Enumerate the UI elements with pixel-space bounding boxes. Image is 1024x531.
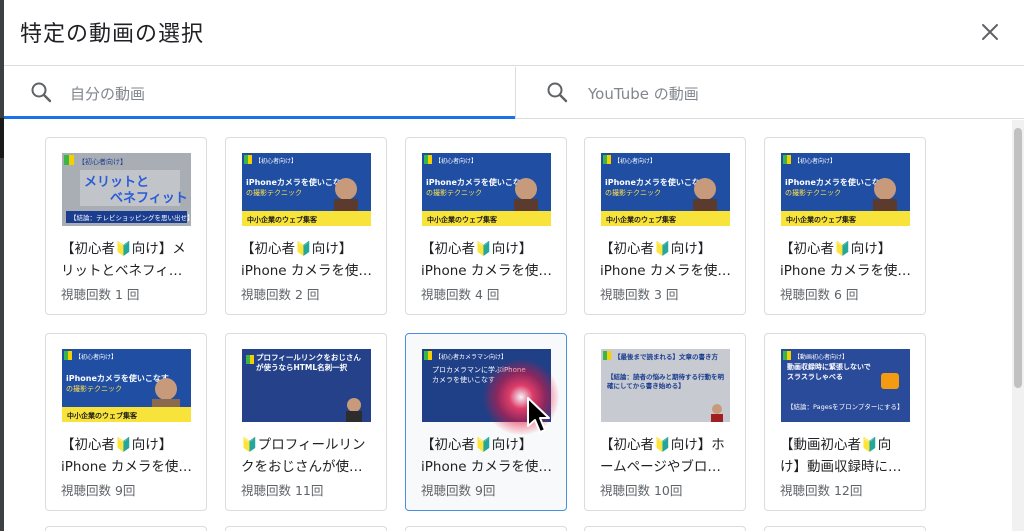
video-title: 🔰プロフィールリン: [241, 437, 366, 453]
video-title-line2: iPhone カメラを使…: [600, 263, 731, 279]
svg-text:の撮影テクニック: の撮影テクニック: [426, 188, 482, 197]
search-icon: [547, 82, 568, 103]
view-count: 視聴回数 10回: [600, 483, 683, 498]
video-title-line2: iPhone カメラを使…: [421, 263, 552, 279]
search-tabs: 自分の動画 YouTube の動画: [4, 67, 1024, 119]
video-grid: 【初心者向け】 メリットと ベネフィット 【結論：テレビショッピングを思い出せ】…: [4, 120, 1012, 531]
search-icon: [31, 82, 52, 103]
svg-text:iPhoneカメラを使いこなす: iPhoneカメラを使いこなす: [785, 177, 888, 187]
video-card-partial[interactable]: [584, 526, 746, 531]
my-videos-search-input[interactable]: 自分の動画: [70, 83, 145, 104]
thumb-sub: 【結論：テレビショッピングを思い出せ】: [70, 213, 191, 222]
svg-text:【初心者向け】: 【初心者向け】: [614, 157, 656, 165]
svg-text:の撮影テクニック: の撮影テクニック: [785, 188, 841, 197]
svg-text:中小企業のウェブ集客: 中小企業のウェブ集客: [606, 215, 677, 224]
close-icon: [982, 24, 998, 40]
video-thumbnail: 【初心者向け】 iPhoneカメラを使いこなす の撮影テクニック 中小企業のウェ…: [242, 153, 371, 226]
video-title-line2: iPhone カメラを使…: [61, 459, 192, 475]
view-count: 視聴回数 2 回: [241, 287, 320, 302]
svg-text:【初心者向け】: 【初心者向け】: [255, 157, 297, 165]
svg-text:中小企業のウェブ集客: 中小企業のウェブ集客: [247, 215, 318, 224]
video-title-line2: ームページやブロ…: [600, 459, 721, 475]
video-title: 【初心者🔰向け】: [600, 241, 712, 257]
tab-youtube-videos[interactable]: YouTube の動画: [515, 67, 1024, 119]
thumb-caption: 【初心者向け】: [78, 157, 127, 166]
tab-my-videos[interactable]: 自分の動画: [4, 67, 515, 119]
video-thumbnail: 【初心者向け】 メリットと ベネフィット 【結論：テレビショッピングを思い出せ】: [62, 153, 191, 226]
video-card[interactable]: 【初心者向け】 iPhoneカメラを使いこなす の撮影テクニック 中小企業のウェ…: [584, 137, 746, 315]
video-title-line2: リットとベネフィ…: [61, 263, 183, 279]
video-title-line2: クをおじさんが使…: [241, 459, 363, 475]
svg-text:の撮影テクニック: の撮影テクニック: [605, 188, 661, 197]
video-title-line2: け】動画収録時に…: [780, 459, 902, 475]
svg-text:iPhoneカメラを使いこなす: iPhoneカメラを使いこなす: [426, 177, 529, 187]
svg-text:【動画初心者向け】: 【動画初心者向け】: [794, 353, 848, 361]
video-card[interactable]: 【初心者向け】 iPhoneカメラを使いこなす の撮影テクニック 中小企業のウェ…: [45, 333, 207, 511]
dialog-header: 特定の動画の選択: [4, 0, 1024, 66]
svg-text:メリットと: メリットと: [84, 175, 149, 190]
mouse-cursor-icon: [527, 397, 550, 433]
close-button[interactable]: [974, 16, 1006, 48]
view-count: 視聴回数 6 回: [780, 287, 859, 302]
svg-text:iPhoneカメラを使いこなす: iPhoneカメラを使いこなす: [605, 177, 708, 187]
video-card[interactable]: 【初心者向け】 iPhoneカメラを使いこなす の撮影テクニック 中小企業のウェ…: [405, 137, 567, 315]
svg-text:中小企業のウェブ集客: 中小企業のウェブ集客: [67, 411, 138, 420]
video-title-line2: iPhone カメラを使…: [780, 263, 911, 279]
svg-text:の撮影テクニック: の撮影テクニック: [66, 384, 122, 393]
video-card[interactable]: 【最後まで読まれる】文章の書き方 【結論：読者の悩みと期待する行動を明確にしてか…: [584, 333, 746, 511]
youtube-search-input[interactable]: YouTube の動画: [588, 83, 699, 104]
video-thumbnail: 【最後まで読まれる】文章の書き方 【結論：読者の悩みと期待する行動を明確にしてか…: [601, 349, 730, 422]
video-card[interactable]: 【初心者向け】 メリットと ベネフィット 【結論：テレビショッピングを思い出せ】…: [45, 137, 207, 315]
svg-text:【初心者カメラマン向け】: 【初心者カメラマン向け】: [435, 353, 507, 361]
video-title-line2: iPhone カメラを使…: [421, 459, 552, 475]
svg-text:iPhoneカメラを使いこなす: iPhoneカメラを使いこなす: [66, 373, 169, 383]
svg-text:中小企業のウェブ集客: 中小企業のウェブ集客: [786, 215, 857, 224]
svg-text:ベネフィット: ベネフィット: [110, 191, 188, 206]
video-card[interactable]: 【初心者向け】 iPhoneカメラを使いこなす の撮影テクニック 中小企業のウェ…: [764, 137, 926, 315]
view-count: 視聴回数 9回: [61, 483, 136, 498]
view-count: 視聴回数 1 回: [61, 287, 140, 302]
video-card[interactable]: 【動画初心者向け】 動画収録時に緊張しないでスラスラしゃべる 【結論：Pages…: [764, 333, 926, 511]
video-card-partial[interactable]: [225, 526, 387, 531]
dialog-title: 特定の動画の選択: [20, 22, 205, 47]
svg-text:中小企業のウェブ集客: 中小企業のウェブ集客: [427, 215, 498, 224]
video-thumbnail: 【初心者向け】 iPhoneカメラを使いこなす の撮影テクニック 中小企業のウェ…: [422, 153, 551, 226]
view-count: 視聴回数 12回: [780, 483, 863, 498]
video-title: 【初心者🔰向け】: [780, 241, 892, 257]
video-card-partial[interactable]: [405, 526, 567, 531]
video-card[interactable]: プロフィールリンクをおじさんが使うならHTML名刺一択 🔰プロフィールリン クを…: [225, 333, 387, 511]
svg-text:【初心者向け】: 【初心者向け】: [75, 353, 117, 361]
svg-text:iPhoneカメラを使いこなす: iPhoneカメラを使いこなす: [246, 177, 349, 187]
video-title: 【初心者🔰向け】メ: [61, 241, 186, 257]
svg-text:【最後まで読まれる】文章の書き方: 【最後まで読まれる】文章の書き方: [614, 352, 719, 361]
video-title-line2: iPhone カメラを使…: [241, 263, 372, 279]
svg-text:【結論：Pagesをプロンプターにする】: 【結論：Pagesをプロンプターにする】: [787, 402, 904, 411]
scrollbar-thumb[interactable]: [1014, 128, 1022, 388]
video-title: 【初心者🔰向け】: [421, 437, 533, 453]
video-title: 【初心者🔰向け】: [241, 241, 353, 257]
video-title: 【動画初心者🔰向: [780, 437, 892, 453]
svg-text:【初心者向け】: 【初心者向け】: [435, 157, 477, 165]
video-card-partial[interactable]: [45, 526, 207, 531]
video-title: 【初心者🔰向け】: [421, 241, 533, 257]
video-title: 【初心者🔰向け】: [61, 437, 173, 453]
svg-text:【初心者向け】: 【初心者向け】: [794, 157, 836, 165]
svg-text:の撮影テクニック: の撮影テクニック: [246, 188, 302, 197]
scrollbar[interactable]: [1012, 120, 1024, 531]
video-thumbnail: 【初心者向け】 iPhoneカメラを使いこなす の撮影テクニック 中小企業のウェ…: [62, 349, 191, 422]
view-count: 視聴回数 9回: [421, 483, 496, 498]
video-thumbnail: 【初心者向け】 iPhoneカメラを使いこなす の撮影テクニック 中小企業のウェ…: [781, 153, 910, 226]
video-thumbnail: 【動画初心者向け】 動画収録時に緊張しないでスラスラしゃべる 【結論：Pages…: [781, 349, 910, 422]
view-count: 視聴回数 3 回: [600, 287, 679, 302]
video-thumbnail: 【初心者向け】 iPhoneカメラを使いこなす の撮影テクニック 中小企業のウェ…: [601, 153, 730, 226]
view-count: 視聴回数 4 回: [421, 287, 500, 302]
video-card-partial[interactable]: [764, 526, 926, 531]
video-thumbnail: プロフィールリンクをおじさんが使うならHTML名刺一択: [242, 349, 371, 422]
video-card[interactable]: 【初心者向け】 iPhoneカメラを使いこなす の撮影テクニック 中小企業のウェ…: [225, 137, 387, 315]
video-title: 【初心者🔰向け】ホ: [600, 437, 725, 453]
view-count: 視聴回数 11回: [241, 483, 324, 498]
